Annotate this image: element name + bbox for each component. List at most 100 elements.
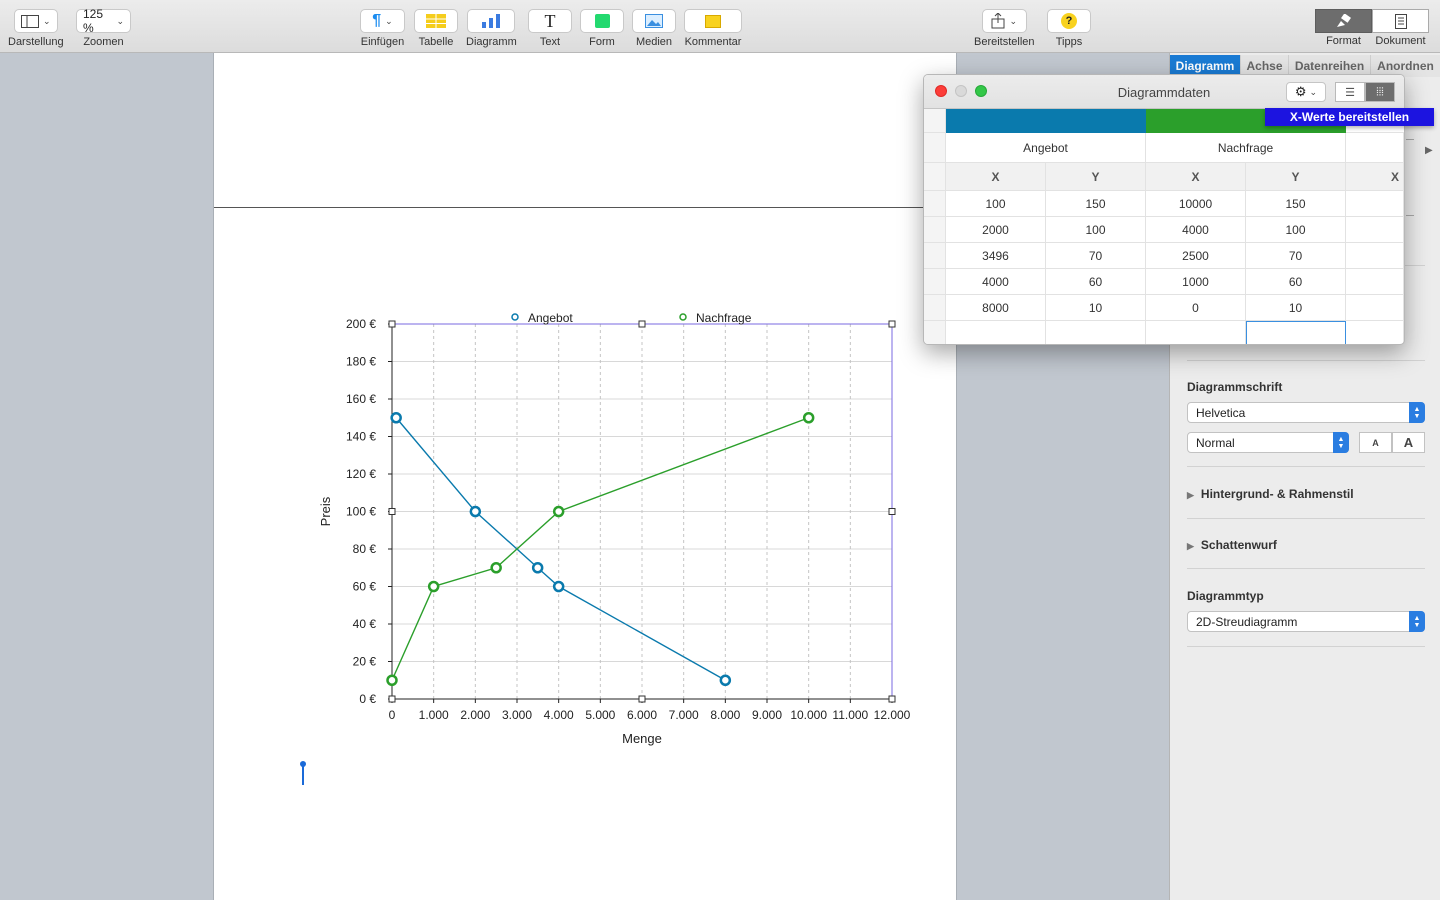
media-icon — [645, 14, 663, 28]
data-cell[interactable]: 1000 — [1146, 269, 1246, 295]
canvas-background — [0, 53, 213, 900]
media-button[interactable]: Medien — [632, 9, 676, 48]
gear-menu-button[interactable]: ⚙ ⌄ — [1286, 82, 1326, 102]
zoom-menu[interactable]: 125 % ⌄ Zoomen — [76, 7, 131, 48]
format-button[interactable] — [1315, 9, 1372, 33]
chart-type-select[interactable]: 2D-Streudiagramm ▲ ▼ — [1187, 611, 1425, 632]
data-cell[interactable] — [1346, 269, 1404, 295]
columns-as-series-button[interactable]: ⦙⦙⦙ — [1365, 82, 1395, 102]
shadow-toggle[interactable]: ▶ Schattenwurf — [1187, 538, 1277, 552]
text-cursor-knob — [300, 761, 306, 767]
empty-cell[interactable] — [1346, 133, 1404, 163]
provide-x-values-menu-item[interactable]: X-Werte bereitstellen — [1265, 108, 1434, 126]
column-header[interactable]: Y — [1246, 163, 1346, 191]
data-cell[interactable]: 2000 — [946, 217, 1046, 243]
font-family-select[interactable]: Helvetica ▲ ▼ — [1187, 402, 1425, 423]
data-cell[interactable]: 70 — [1046, 243, 1146, 269]
data-cell[interactable] — [1346, 217, 1404, 243]
paragraph-icon: ¶ — [372, 12, 382, 29]
chart-button[interactable]: Diagramm — [466, 9, 517, 48]
expand-arrow-icon[interactable]: ▶ — [1425, 145, 1433, 156]
shape-button[interactable]: Form — [580, 9, 624, 48]
data-cell[interactable]: 10000 — [1146, 191, 1246, 217]
font-style-select[interactable]: Normal ▲ ▼ — [1187, 432, 1349, 453]
x-tick-label: 10.000 — [790, 708, 827, 722]
toolbar-label: Zoomen — [83, 36, 124, 48]
data-cell[interactable]: 8000 — [946, 295, 1046, 321]
series-name-cell[interactable]: Angebot — [946, 133, 1146, 163]
font-larger-button[interactable]: A — [1392, 432, 1425, 453]
document-button[interactable] — [1372, 9, 1429, 33]
table-button[interactable]: Tabelle — [414, 9, 458, 48]
column-header[interactable]: X — [1346, 163, 1404, 191]
data-cell[interactable]: 60 — [1046, 269, 1146, 295]
series-name-cell[interactable]: Nachfrage — [1146, 133, 1346, 163]
data-cell[interactable]: 60 — [1246, 269, 1346, 295]
dialog-titlebar[interactable]: Diagrammdaten ⚙ ⌄ ☰ ⦙⦙⦙ — [924, 75, 1404, 109]
data-cell[interactable]: 70 — [1246, 243, 1346, 269]
x-tick-label: 8.000 — [710, 708, 740, 722]
background-style-toggle[interactable]: ▶ Hintergrund- & Rahmenstil — [1187, 487, 1354, 501]
y-axis-title: Preis — [318, 496, 333, 526]
data-cell[interactable] — [1046, 321, 1146, 344]
data-row: 4000 60 1000 60 — [924, 269, 1404, 295]
zoom-value: 125 % — [83, 7, 104, 35]
dialog-title: Diagrammdaten — [1117, 85, 1211, 100]
rows-as-series-button[interactable]: ☰ — [1335, 82, 1365, 102]
column-header[interactable]: X — [946, 163, 1046, 191]
chart-font-title: Diagrammschrift — [1187, 380, 1283, 394]
data-cell[interactable]: 4000 — [946, 269, 1046, 295]
selected-cell[interactable] — [1246, 321, 1346, 344]
data-cell[interactable]: 100 — [1046, 217, 1146, 243]
font-smaller-button[interactable]: A — [1359, 432, 1392, 453]
row-header — [924, 243, 946, 269]
inspector-switch — [1315, 9, 1429, 33]
x-tick-label: 9.000 — [752, 708, 782, 722]
data-cell[interactable] — [1346, 191, 1404, 217]
data-cell[interactable] — [1346, 321, 1404, 344]
data-cell[interactable]: 10 — [1046, 295, 1146, 321]
data-cell[interactable] — [1346, 295, 1404, 321]
share-button[interactable]: ⌄ Bereitstellen — [974, 9, 1035, 48]
orientation-switch: ☰ ⦙⦙⦙ — [1335, 82, 1395, 102]
text-button[interactable]: T Text — [528, 9, 572, 48]
data-cell[interactable]: 150 — [1046, 191, 1146, 217]
background-style-label: Hintergrund- & Rahmenstil — [1200, 487, 1354, 501]
x-tick-label: 5.000 — [585, 708, 615, 722]
comment-button[interactable]: Kommentar — [684, 9, 742, 48]
x-tick-label: 2.000 — [460, 708, 490, 722]
view-menu[interactable]: ⌄ Darstellung — [8, 9, 64, 48]
data-cell[interactable] — [1146, 321, 1246, 344]
columns-icon: ⦙⦙⦙ — [1376, 85, 1384, 98]
data-cell[interactable]: 10 — [1246, 295, 1346, 321]
toolbar-label: Tipps — [1055, 36, 1083, 48]
selection-handle — [388, 320, 396, 328]
data-cell[interactable]: 100 — [1246, 217, 1346, 243]
document-page[interactable]: 0 € 20 € 40 € 60 € 80 € 100 € 120 € 140 € 160 € 1… — [213, 53, 958, 900]
sidebar-view-icon — [21, 14, 40, 28]
data-cell[interactable]: 150 — [1246, 191, 1346, 217]
stray-divider — [1406, 139, 1414, 140]
scatter-chart[interactable]: 0 € 20 € 40 € 60 € 80 € 100 € 120 € 140 € 160 € 1… — [214, 53, 958, 773]
data-cell[interactable]: 3496 — [946, 243, 1046, 269]
tips-button[interactable]: ? Tipps — [1047, 9, 1091, 48]
data-cell[interactable]: 0 — [1146, 295, 1246, 321]
column-header[interactable]: Y — [1046, 163, 1146, 191]
data-cell[interactable]: 2500 — [1146, 243, 1246, 269]
tips-icon: ? — [1061, 13, 1077, 29]
x-tick-label: 3.000 — [502, 708, 532, 722]
data-cell[interactable] — [946, 321, 1046, 344]
insert-button[interactable]: ¶ ⌄ Einfügen — [360, 9, 405, 48]
column-header[interactable]: X — [1146, 163, 1246, 191]
data-cell[interactable]: 4000 — [1146, 217, 1246, 243]
paintbrush-icon — [1336, 14, 1351, 27]
document-label: Dokument — [1375, 35, 1426, 47]
toolbar-label: Text — [539, 36, 561, 48]
angebot-color-swatch[interactable] — [946, 108, 1146, 133]
toolbar-label: Form — [589, 36, 615, 48]
y-tick-label: 20 € — [353, 655, 377, 669]
data-cell[interactable]: 100 — [946, 191, 1046, 217]
data-cell[interactable] — [1346, 243, 1404, 269]
text-icon: T — [544, 10, 556, 31]
toolbar-label: Bereitstellen — [974, 36, 1035, 48]
